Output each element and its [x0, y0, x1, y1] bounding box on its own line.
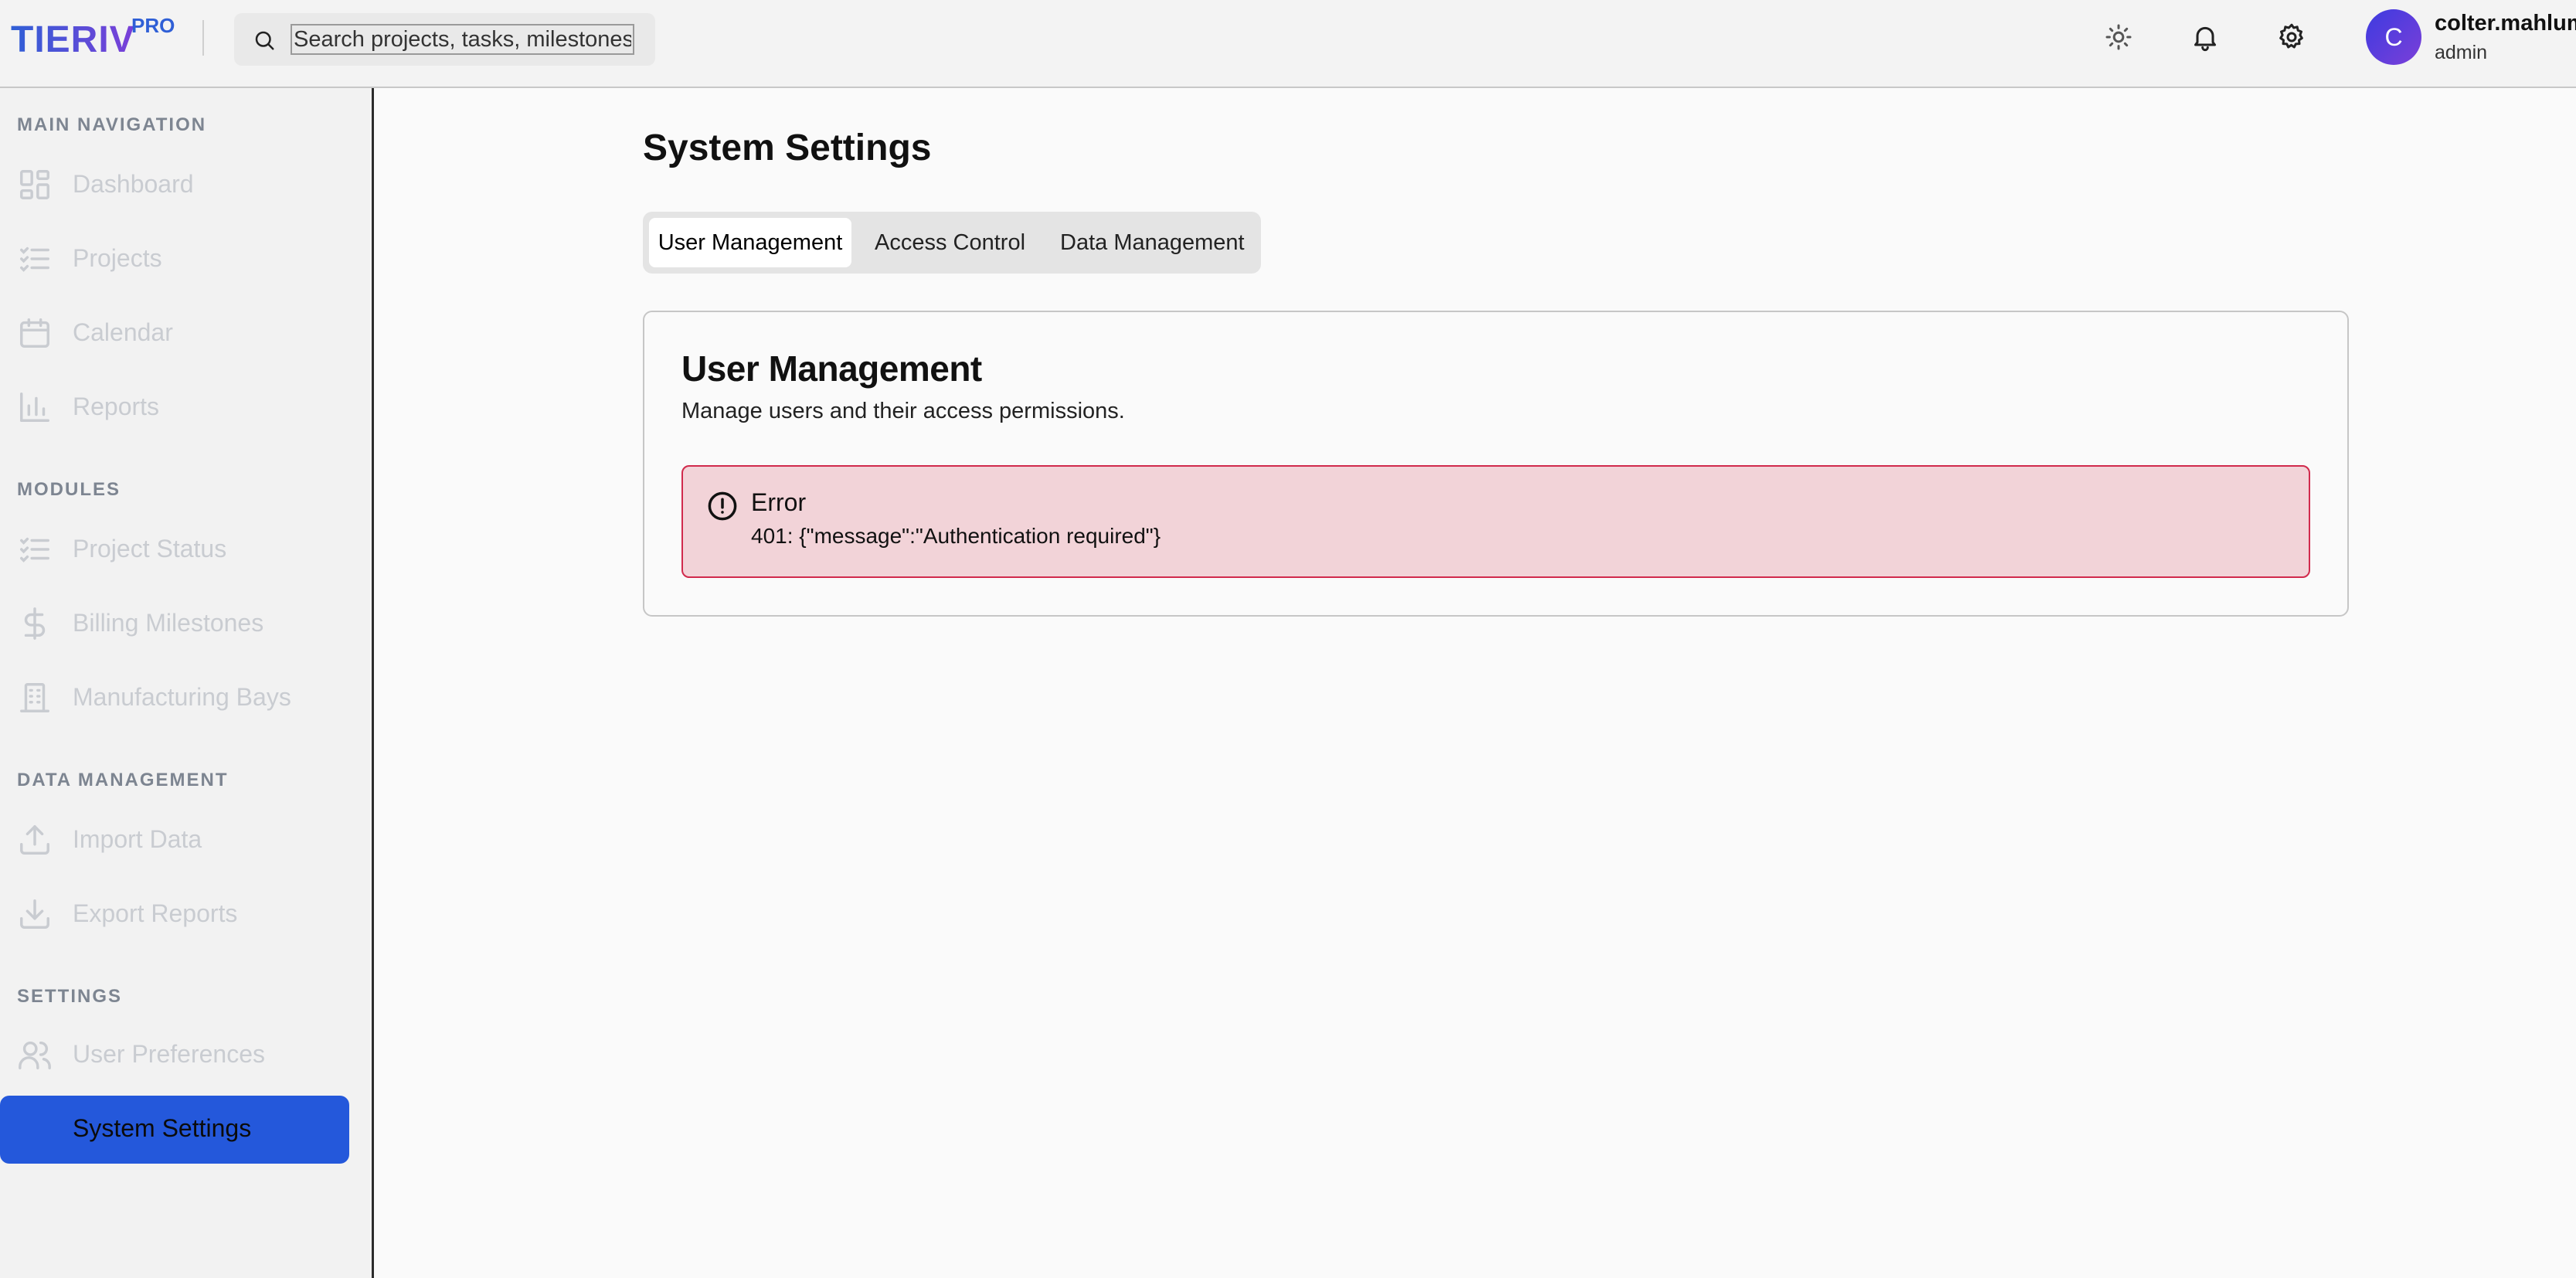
building-icon: [20, 683, 49, 712]
settings-tabs: User Management Access Control Data Mana…: [643, 212, 1261, 274]
error-alert: Error 401: {"message":"Authentication re…: [681, 465, 2310, 578]
sidebar-section-title: SETTINGS: [17, 986, 123, 1007]
sidebar-item-billing-milestones[interactable]: Billing Milestones: [0, 592, 349, 654]
search-bar: [234, 13, 655, 66]
user-name: colter.mahlum: [2435, 11, 2576, 36]
sidebar-item-manufacturing-bays[interactable]: Manufacturing Bays: [0, 666, 349, 728]
sidebar-item-label: Import Data: [73, 825, 202, 853]
avatar[interactable]: C: [2366, 9, 2421, 65]
download-icon: [20, 899, 49, 929]
sidebar-item-label: System Settings: [73, 1114, 252, 1142]
list-check-icon: [20, 246, 49, 272]
bell-icon[interactable]: [2190, 22, 2221, 53]
sidebar-item-user-preferences[interactable]: User Preferences: [0, 1023, 349, 1085]
sidebar-item-calendar[interactable]: Calendar: [0, 301, 349, 363]
logo-badge: PRO: [131, 14, 175, 37]
sidebar-item-dashboard[interactable]: Dashboard: [0, 153, 349, 215]
page-title: System Settings: [643, 127, 932, 168]
sidebar-item-label: Billing Milestones: [73, 609, 264, 637]
sidebar-item-system-settings[interactable]: System Settings: [0, 1096, 349, 1164]
sidebar-item-label: Dashboard: [73, 170, 194, 198]
sidebar-item-label: Projects: [73, 244, 162, 272]
tab-access-control[interactable]: Access Control: [875, 218, 1025, 267]
sidebar-item-label: Export Reports: [73, 899, 238, 927]
sidebar: MAIN NAVIGATION Dashboard Projects Calen…: [0, 88, 374, 1278]
sidebar-item-reports[interactable]: Reports: [0, 376, 349, 437]
bar-chart-icon: [20, 393, 49, 422]
dollar-icon: [24, 607, 46, 640]
users-icon: [19, 1041, 51, 1069]
card-title: User Management: [681, 348, 982, 389]
dashboard-icon: [20, 170, 49, 199]
header-divider: [202, 20, 204, 56]
user-management-card: User Management Manage users and their a…: [643, 311, 2349, 617]
calendar-icon: [20, 318, 49, 348]
user-role: admin: [2435, 42, 2488, 63]
top-header: TIERIV PRO C colter.mahlum admin: [0, 0, 2576, 88]
alert-title: Error: [751, 488, 807, 516]
sidebar-section-title: MAIN NAVIGATION: [17, 114, 207, 135]
upload-icon: [20, 825, 49, 855]
logo-text: TIERIV: [11, 19, 135, 60]
sidebar-item-projects[interactable]: Projects: [0, 227, 349, 289]
alert-circle-icon: [708, 491, 737, 521]
sidebar-item-project-status[interactable]: Project Status: [0, 518, 349, 580]
sidebar-section-title: DATA MANAGEMENT: [17, 770, 229, 790]
sidebar-item-label: Calendar: [73, 318, 173, 346]
tab-user-management[interactable]: User Management: [649, 218, 851, 267]
list-check-icon: [20, 537, 49, 563]
alert-message: 401: {"message":"Authentication required…: [751, 524, 1161, 548]
search-input[interactable]: [291, 24, 634, 55]
sidebar-item-label: Manufacturing Bays: [73, 683, 291, 711]
sidebar-item-label: Project Status: [73, 535, 227, 563]
sun-icon[interactable]: [2103, 22, 2134, 53]
search-icon: [255, 31, 274, 50]
sidebar-item-label: Reports: [73, 393, 160, 420]
sidebar-item-import-data[interactable]: Import Data: [0, 808, 349, 870]
gear-icon[interactable]: [2276, 22, 2307, 53]
tab-data-management[interactable]: Data Management: [1060, 218, 1245, 267]
sidebar-item-export-reports[interactable]: Export Reports: [0, 882, 349, 944]
card-description: Manage users and their access permission…: [681, 399, 1125, 423]
sidebar-section-title: MODULES: [17, 479, 121, 500]
sidebar-item-label: User Preferences: [73, 1040, 265, 1068]
